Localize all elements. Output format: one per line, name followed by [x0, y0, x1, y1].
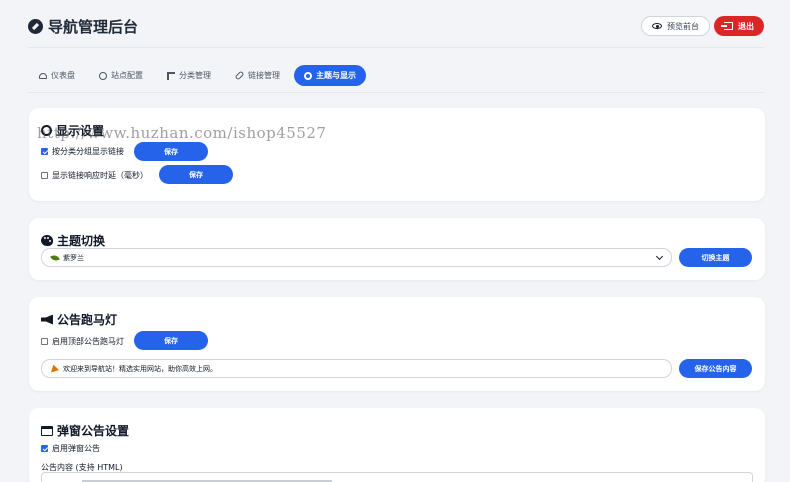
group-by-category-checkbox[interactable] — [41, 148, 48, 155]
show-latency-label: 显示链接响应时延（毫秒） — [52, 171, 148, 180]
tab-dashboard[interactable]: 仪表盘 — [29, 65, 85, 86]
logout-button[interactable]: 退出 — [714, 16, 764, 36]
sitemap-icon — [167, 71, 175, 80]
gear-icon — [304, 71, 312, 80]
tab-category-management[interactable]: 分类管理 — [157, 65, 221, 86]
tab-category-management-label: 分类管理 — [179, 71, 211, 80]
header-divider — [28, 47, 764, 48]
popup-settings-title-text: 弹窗公告设置 — [57, 424, 130, 438]
tab-theme-display-label: 主题与显示 — [316, 71, 356, 80]
marquee-content-input[interactable]: 欢迎来到导航站！精选实用网站，助你高效上网。 — [41, 359, 672, 378]
watermark-text: http://www.huzhan.com/ishop45527 — [37, 124, 327, 142]
tab-site-config-label: 站点配置 — [111, 71, 143, 80]
tabs-divider — [28, 92, 764, 93]
window-icon — [41, 425, 53, 436]
group-by-category-row: 按分类分组显示链接 — [41, 146, 124, 157]
save-marquee-content-button[interactable]: 保存公告内容 — [679, 359, 752, 378]
app-title-text: 导航管理后台 — [48, 17, 139, 36]
popup-settings-card: 弹窗公告设置 启用弹窗公告 公告内容 (支持 HTML) — [29, 408, 765, 482]
megaphone-icon — [41, 314, 53, 325]
logout-label: 退出 — [738, 21, 754, 31]
theme-select[interactable]: 紫罗兰 — [41, 248, 672, 267]
show-latency-row: 显示链接响应时延（毫秒） — [41, 170, 148, 181]
theme-select-value: 紫罗兰 — [63, 253, 84, 262]
globe-icon — [99, 71, 107, 80]
top-header: 导航管理后台 预览前台 退出 — [0, 0, 790, 52]
tab-link-management-label: 链接管理 — [248, 71, 280, 80]
enable-marquee-label: 启用顶部公告跑马灯 — [52, 337, 124, 346]
group-by-category-save-button[interactable]: 保存 — [134, 142, 208, 161]
header-actions: 预览前台 退出 — [641, 16, 764, 36]
tab-link-management[interactable]: 链接管理 — [225, 65, 290, 86]
marquee-content-value: 欢迎来到导航站！精选实用网站，助你高效上网。 — [63, 364, 217, 373]
switch-theme-button[interactable]: 切换主题 — [679, 248, 752, 267]
popup-content-textarea[interactable] — [41, 472, 753, 482]
enable-popup-checkbox[interactable] — [41, 445, 48, 452]
group-by-category-label: 按分类分组显示链接 — [52, 147, 124, 156]
theme-switch-card: 主题切换 紫罗兰 切换主题 — [29, 218, 765, 280]
tab-bar: 仪表盘 站点配置 分类管理 链接管理 主题与显示 — [29, 65, 366, 86]
marquee-card: 公告跑马灯 启用顶部公告跑马灯 保存 欢迎来到导航站！精选实用网站，助你高效上网… — [29, 297, 765, 391]
marquee-title-text: 公告跑马灯 — [57, 313, 118, 327]
tab-theme-display[interactable]: 主题与显示 — [294, 65, 366, 86]
enable-popup-row: 启用弹窗公告 — [41, 443, 100, 454]
eye-icon — [652, 23, 662, 29]
tab-site-config[interactable]: 站点配置 — [89, 65, 153, 86]
party-popper-icon — [51, 364, 59, 373]
enable-marquee-row: 启用顶部公告跑马灯 — [41, 336, 124, 347]
tab-dashboard-label: 仪表盘 — [51, 71, 75, 80]
enable-popup-label: 启用弹窗公告 — [52, 444, 100, 453]
leaf-icon — [50, 253, 60, 262]
link-icon — [234, 70, 245, 81]
marquee-title: 公告跑马灯 — [41, 311, 117, 328]
preview-frontend-label: 预览前台 — [667, 21, 699, 31]
app-title: 导航管理后台 — [28, 16, 138, 37]
enable-marquee-checkbox[interactable] — [41, 338, 48, 345]
preview-frontend-button[interactable]: 预览前台 — [641, 16, 710, 36]
theme-switch-title-text: 主题切换 — [57, 234, 106, 248]
marquee-save-button[interactable]: 保存 — [134, 331, 208, 350]
display-settings-card: 显示设置 按分类分组显示链接 保存 显示链接响应时延（毫秒） 保存 — [29, 108, 765, 201]
palette-icon — [41, 235, 53, 246]
popup-settings-title: 弹窗公告设置 — [41, 422, 129, 439]
show-latency-save-button[interactable]: 保存 — [159, 165, 233, 184]
dashboard-icon — [39, 72, 47, 79]
compass-icon — [28, 18, 43, 34]
chevron-down-icon — [655, 252, 664, 260]
show-latency-checkbox[interactable] — [41, 172, 48, 179]
sign-out-icon — [721, 22, 733, 30]
theme-switch-title: 主题切换 — [41, 232, 105, 249]
